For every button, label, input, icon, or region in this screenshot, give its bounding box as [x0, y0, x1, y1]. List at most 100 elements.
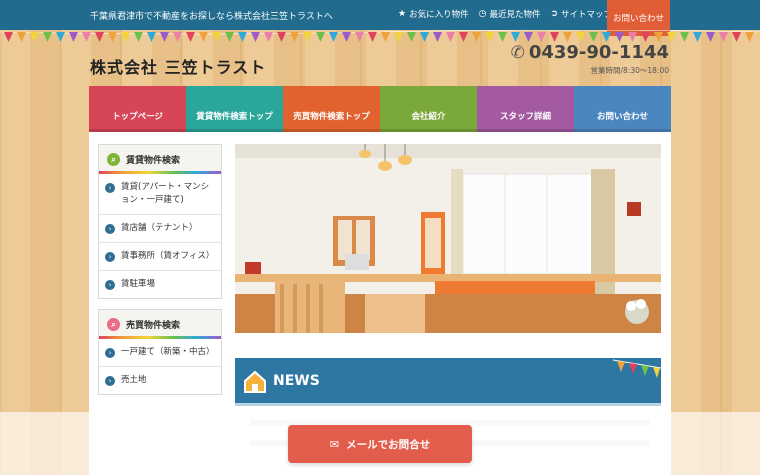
phone-icon: ✆	[510, 42, 525, 63]
sidebar-item-rent-office[interactable]: › 賃事務所（賃オフィス）	[99, 243, 221, 271]
bunting-flag	[355, 32, 364, 42]
bunting-flag	[628, 32, 637, 42]
favorites-link[interactable]: ★ お気に入り物件	[398, 8, 469, 20]
bunting-flag	[95, 32, 104, 42]
chevron-right-icon: ›	[105, 376, 115, 386]
bunting-flag	[329, 32, 338, 42]
sidebar-item-rent-residential[interactable]: › 賃貸(アパート・マンション・一戸建て)	[99, 174, 221, 215]
bunting-flag	[368, 32, 377, 42]
site-tagline: 千葉県君津市で不動産をお探しなら株式会社三笠トラストへ	[90, 12, 333, 22]
bunting-flag	[394, 32, 403, 42]
bunting-flag	[238, 32, 247, 42]
envelope-icon: ✉	[329, 437, 340, 451]
rent-search-box: ⌕ 賃貸物件検索 › 賃貸(アパート・マンション・一戸建て) › 賃店舗（テナン…	[98, 144, 222, 299]
bunting-flag	[290, 32, 299, 42]
business-hours: 営業時間/8:30～18:00	[590, 66, 669, 75]
bunting-flag	[719, 32, 728, 42]
bunting-flag	[472, 32, 481, 42]
bunting-flag	[485, 32, 494, 42]
bunting-flag	[654, 32, 663, 42]
bunting-flag	[277, 32, 286, 42]
sitemap-label: サイトマップ	[561, 10, 613, 20]
bunting-flag	[550, 32, 559, 42]
bunting-flag	[420, 32, 429, 42]
hero-kitchen-image	[235, 144, 661, 333]
bunting-flag	[212, 32, 221, 42]
main-nav: トップページ 賃貸物件検索トップ 売買物件検索トップ 会社紹介 スタッフ詳細 お…	[89, 86, 671, 132]
star-icon: ★	[398, 8, 407, 19]
bunting-flag	[69, 32, 78, 42]
bunting-flag	[251, 32, 260, 42]
bunting-flag	[43, 32, 52, 42]
bunting-flag	[381, 32, 390, 42]
bunting-flag	[108, 32, 117, 42]
bunting-flag	[524, 32, 533, 42]
bunting-flag	[563, 32, 572, 42]
bunting-flag	[407, 32, 416, 42]
bunting-flag	[264, 32, 273, 42]
bunting-flag	[342, 32, 351, 42]
bunting-flag	[225, 32, 234, 42]
bunting-flag	[706, 32, 715, 42]
chevron-right-icon: ›	[105, 183, 115, 193]
company-logo[interactable]: 株式会社 三笠トラスト	[90, 54, 266, 78]
bunting-flag	[56, 32, 65, 42]
bunting-flag	[576, 32, 585, 42]
phone-block: ✆ 0439-90-1144 営業時間/8:30～18:00	[511, 42, 669, 76]
chevron-right-icon: ›	[105, 348, 115, 358]
sidebar-item-sale-land[interactable]: › 売土地	[99, 367, 221, 394]
chevron-right-icon: ›	[105, 280, 115, 290]
sidebar-item-rent-parking[interactable]: › 賃駐車場	[99, 271, 221, 298]
bunting-flag	[745, 32, 754, 42]
bunting-flag	[4, 32, 13, 42]
sidebar-item-rent-store[interactable]: › 賃店舗（テナント）	[99, 215, 221, 243]
flag-decoration	[613, 359, 661, 378]
chevron-right-icon: ›	[105, 252, 115, 262]
sidebar-item-sale-house[interactable]: › 一戸建て（新築・中古）	[99, 339, 221, 367]
bunting-flag	[199, 32, 208, 42]
chevron-right-icon: ›	[105, 224, 115, 234]
bunting-flag	[459, 32, 468, 42]
phone-number: 0439-90-1144	[528, 42, 669, 63]
news-title: NEWS	[273, 373, 320, 389]
bunting-flag	[303, 32, 312, 42]
bunting-flag	[433, 32, 442, 42]
bunting-flag	[732, 32, 741, 42]
clock-icon: ◷	[478, 8, 487, 19]
sitemap-link[interactable]: ➲ サイトマップ	[550, 8, 612, 20]
bunting-flag	[186, 32, 195, 42]
bunting-flag	[316, 32, 325, 42]
bunting-flag	[602, 32, 611, 42]
arrow-circle-icon: ➲	[550, 8, 559, 19]
nav-company[interactable]: 会社紹介	[380, 86, 477, 132]
bunting-flag	[680, 32, 689, 42]
bunting-flag	[589, 32, 598, 42]
bunting-flag	[134, 32, 143, 42]
recently-viewed-link[interactable]: ◷ 最近見た物件	[479, 8, 541, 20]
recently-viewed-label: 最近見た物件	[489, 10, 541, 20]
bunting-flag	[511, 32, 520, 42]
bunting-flag	[17, 32, 26, 42]
nav-sale-search[interactable]: 売買物件検索トップ	[283, 86, 380, 132]
email-contact-button[interactable]: ✉ メールでお問合せ	[288, 425, 472, 463]
bunting-flag	[641, 32, 650, 42]
bunting-flag	[160, 32, 169, 42]
nav-contact[interactable]: お問い合わせ	[574, 86, 671, 132]
sale-search-heading: ⌕ 売買物件検索	[99, 310, 221, 339]
nav-staff[interactable]: スタッフ詳細	[477, 86, 574, 132]
bunting-flag	[147, 32, 156, 42]
bunting-flag	[121, 32, 130, 42]
rent-search-heading: ⌕ 賃貸物件検索	[99, 145, 221, 174]
search-icon: ⌕	[107, 318, 120, 331]
bunting-flag	[173, 32, 182, 42]
news-section-header: NEWS	[235, 358, 661, 406]
bunting-flag	[446, 32, 455, 42]
sale-search-box: ⌕ 売買物件検索 › 一戸建て（新築・中古） › 売土地	[98, 309, 222, 395]
house-icon	[244, 370, 266, 393]
nav-top-page[interactable]: トップページ	[89, 86, 186, 132]
bunting-flag	[537, 32, 546, 42]
nav-rent-search[interactable]: 賃貸物件検索トップ	[186, 86, 283, 132]
bunting-flag	[615, 32, 624, 42]
top-utility-nav: ★ お気に入り物件 ◷ 最近見た物件 ➲ サイトマップ	[398, 8, 612, 20]
bunting-flag	[693, 32, 702, 42]
